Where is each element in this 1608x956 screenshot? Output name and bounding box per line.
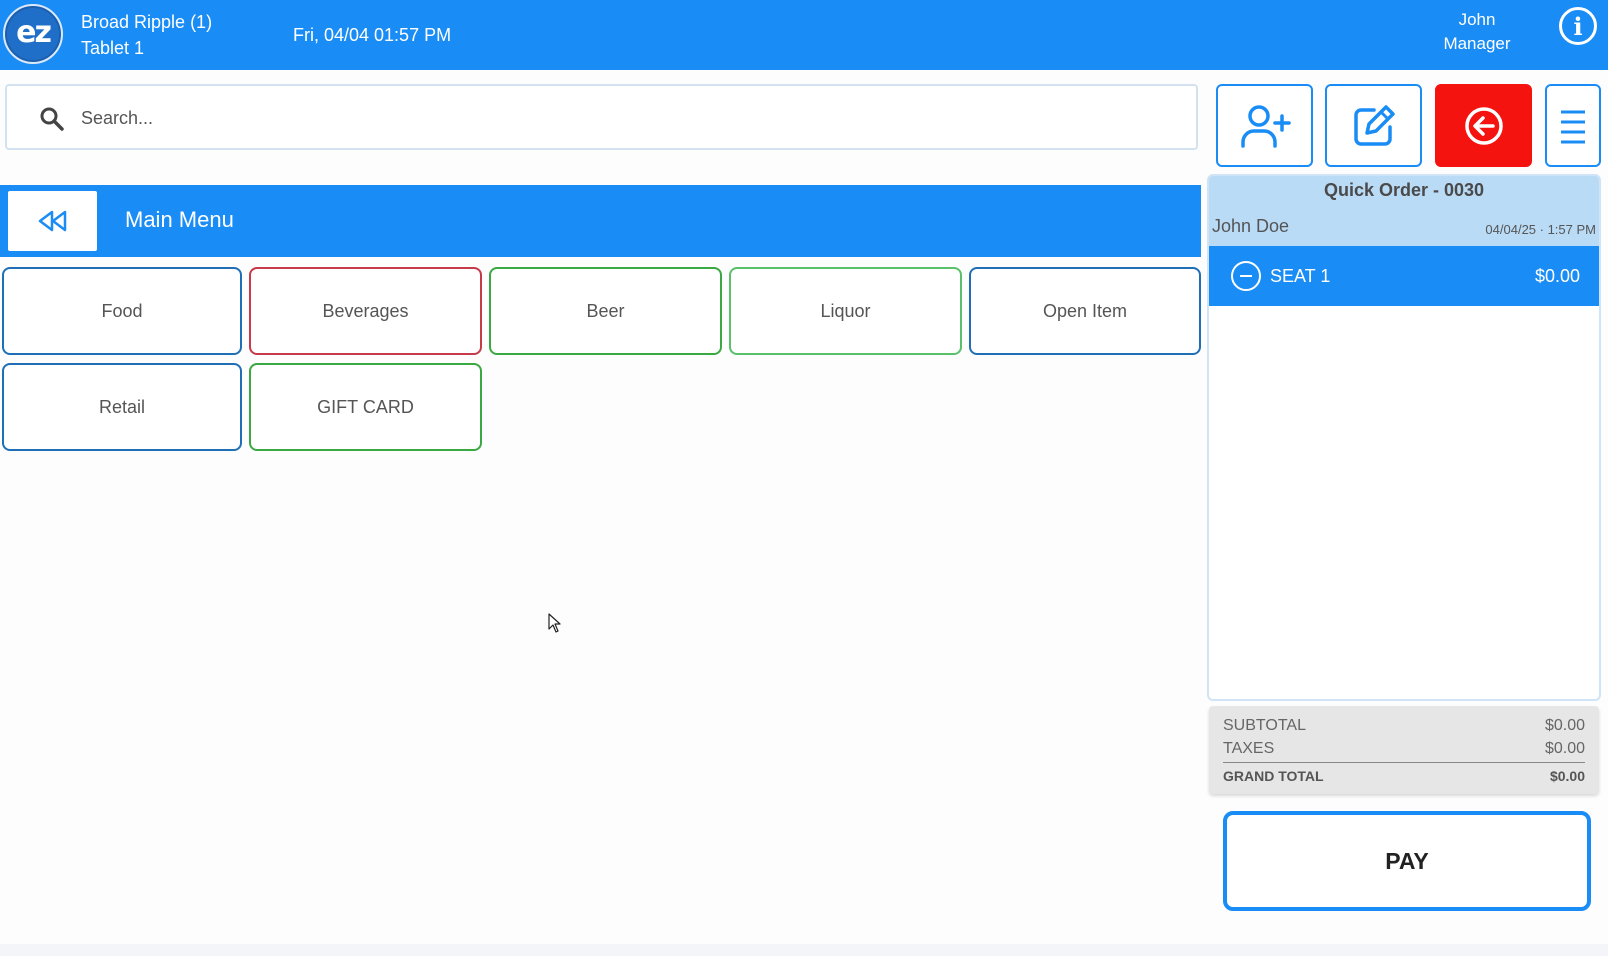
- add-customer-icon: [1240, 104, 1291, 148]
- order-panel: Quick Order - 0030 John Doe 04/04/25 · 1…: [1207, 174, 1601, 701]
- order-title: Quick Order - 0030: [1323, 180, 1485, 200]
- taxes-label: TAXES: [1223, 740, 1275, 757]
- order-timestamp: 04/04/25 · 1:57 PM: [1485, 222, 1596, 237]
- menu-title: Main Menu: [125, 207, 234, 232]
- add-customer-button[interactable]: [1216, 84, 1313, 167]
- user-info[interactable]: John Manager: [1437, 8, 1517, 56]
- ez-logo: ez: [3, 4, 63, 64]
- info-glyph: i: [1573, 11, 1583, 41]
- pay-button[interactable]: PAY: [1223, 811, 1591, 911]
- grand-total-label: GRAND TOTAL: [1223, 768, 1324, 784]
- user-name: John: [1458, 10, 1496, 29]
- info-icon[interactable]: i: [1559, 7, 1597, 45]
- category-food[interactable]: Food: [2, 267, 242, 355]
- category-beverages[interactable]: Beverages: [249, 267, 482, 355]
- collapse-seat-icon[interactable]: [1231, 261, 1261, 291]
- seat-amount: $0.00: [1534, 266, 1580, 286]
- order-header: Quick Order - 0030 John Doe 04/04/25 · 1…: [1209, 176, 1599, 246]
- search-bar[interactable]: [5, 84, 1198, 150]
- category-gift-card[interactable]: GIFT CARD: [249, 363, 482, 451]
- edit-icon: [1353, 104, 1395, 146]
- top-bar: ez Broad Ripple (1) Tablet 1 Fri, 04/04 …: [0, 0, 1608, 70]
- subtotal-value: $0.00: [1544, 717, 1585, 734]
- device-name: Tablet 1: [81, 38, 145, 58]
- bottom-strip: [0, 944, 1608, 956]
- seat-label: SEAT 1: [1270, 266, 1331, 286]
- user-role: Manager: [1443, 34, 1511, 53]
- back-exit-button[interactable]: [1435, 84, 1532, 167]
- search-input[interactable]: [81, 100, 1171, 136]
- category-open-item[interactable]: Open Item: [969, 267, 1201, 355]
- taxes-row: TAXES $0.00: [1223, 740, 1585, 758]
- grand-total-row: GRAND TOTAL $0.00: [1223, 762, 1585, 784]
- totals-panel: SUBTOTAL $0.00 TAXES $0.00 GRAND TOTAL $…: [1209, 706, 1599, 794]
- taxes-value: $0.00: [1544, 740, 1585, 757]
- grand-total-value: $0.00: [1549, 768, 1585, 784]
- location-name: Broad Ripple (1): [81, 12, 213, 32]
- current-datetime: Fri, 04/04 01:57 PM: [293, 25, 452, 45]
- seat-row[interactable]: SEAT 1 $0.00: [1209, 246, 1599, 306]
- edit-order-button[interactable]: [1325, 84, 1422, 167]
- menu-button[interactable]: [1545, 84, 1601, 167]
- search-icon: [40, 107, 64, 131]
- menu-back-button[interactable]: [8, 191, 97, 251]
- category-liquor[interactable]: Liquor: [729, 267, 962, 355]
- mouse-cursor-icon: [548, 613, 561, 633]
- rewind-icon: [38, 210, 66, 232]
- back-arrow-icon: [1464, 106, 1503, 145]
- main-menu-header: Main Menu: [0, 185, 1201, 257]
- logo-text: ez: [16, 14, 52, 50]
- category-beer[interactable]: Beer: [489, 267, 722, 355]
- subtotal-row: SUBTOTAL $0.00: [1223, 717, 1585, 735]
- subtotal-label: SUBTOTAL: [1223, 717, 1306, 734]
- category-retail[interactable]: Retail: [2, 363, 242, 451]
- menu-icon: [1561, 110, 1585, 143]
- order-customer[interactable]: John Doe: [1212, 216, 1289, 237]
